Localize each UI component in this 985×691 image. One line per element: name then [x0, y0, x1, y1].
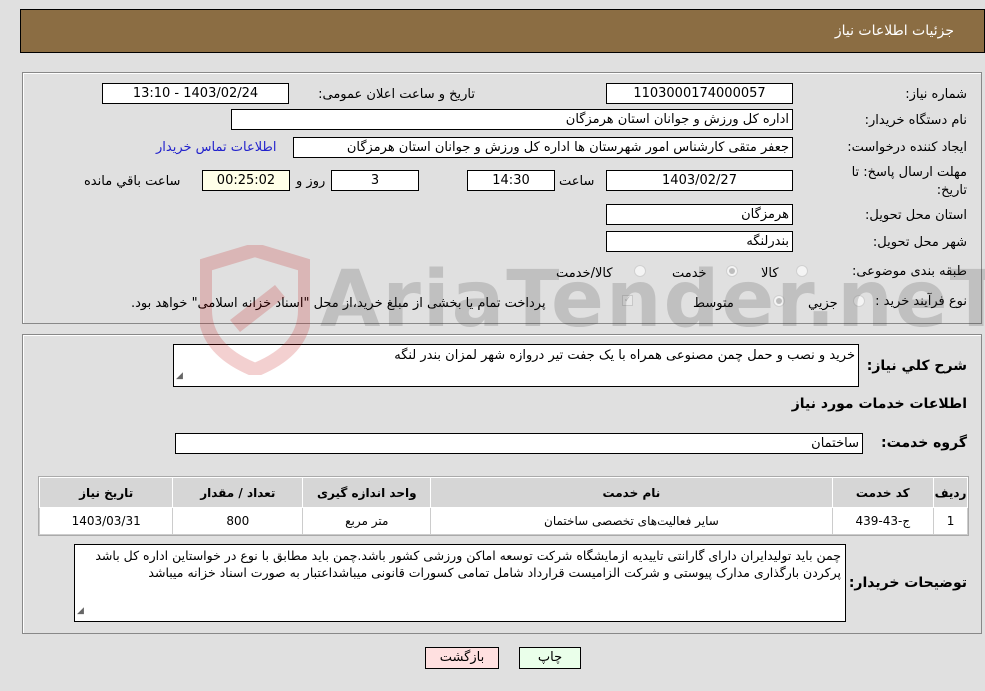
treasury-note: پرداخت تمام یا بخشی از مبلغ خرید،از محل … — [131, 296, 546, 311]
announce-datetime-label: تاریخ و ساعت اعلان عمومی: — [318, 87, 475, 102]
days-label: روز و — [296, 174, 326, 189]
category-option-service: خدمت — [672, 266, 707, 281]
table-row: 1 ج-43-439 سایر فعالیت‌های تخصصی ساختمان… — [38, 507, 968, 535]
deadline-label: مهلت ارسال پاسخ: تا — [851, 165, 967, 180]
purchase-type-label: نوع فرآیند خرید : — [875, 294, 967, 309]
purchase-radio-minor[interactable] — [853, 295, 865, 307]
delivery-province-field: هرمزگان — [606, 204, 793, 225]
need-number-field: 1103000174000057 — [606, 83, 793, 104]
cell-service-name: سایر فعالیت‌های تخصصی ساختمان — [430, 507, 833, 535]
col-service-code: کد خدمت — [831, 477, 935, 508]
page-title: جزئیات اطلاعات نیاز — [834, 23, 954, 39]
cell-row-number: 1 — [933, 507, 968, 535]
services-table: ردیف کد خدمت نام خدمت واحد اندازه گیری ت… — [38, 477, 968, 535]
category-label: طبقه بندی موضوعی: — [851, 264, 967, 279]
description-field: خرید و نصب و حمل چمن مصنوعی همراه با یک … — [173, 344, 859, 387]
purchase-radio-medium[interactable] — [773, 295, 785, 307]
resize-grip-icon[interactable]: ◢ — [77, 603, 84, 620]
buyer-notes-field: چمن باید تولیدایران دارای گارانتی تاییدی… — [74, 544, 846, 622]
resize-grip-icon[interactable]: ◢ — [176, 367, 183, 385]
services-section-title: اطلاعات خدمات مورد نیاز — [791, 396, 967, 412]
cell-unit: متر مربع — [302, 507, 432, 535]
need-number-label: شماره نیاز: — [905, 87, 967, 102]
cell-need-date: 1403/03/31 — [38, 507, 174, 535]
col-service-name: نام خدمت — [430, 477, 833, 508]
buyer-contact-link[interactable]: اطلاعات تماس خریدار — [156, 140, 276, 155]
buyer-org-label: نام دستگاه خریدار: — [864, 113, 967, 128]
announce-datetime-field: 1403/02/24 - 13:10 — [102, 83, 289, 104]
requester-field: جعفر متقی کارشناس امور شهرستان ها اداره … — [293, 137, 793, 158]
service-group-field: ساختمان — [175, 433, 863, 454]
description-label: شرح کلي نیاز: — [866, 358, 967, 374]
cell-quantity: 800 — [172, 507, 304, 535]
category-radio-service[interactable] — [726, 265, 738, 277]
table-header-row: ردیف کد خدمت نام خدمت واحد اندازه گیری ت… — [38, 477, 968, 508]
delivery-province-label: استان محل تحویل: — [865, 208, 967, 223]
deadline-date-field: 1403/02/27 — [606, 170, 793, 191]
remaining-days-field: 3 — [331, 170, 419, 191]
buyer-notes-text: چمن باید تولیدایران دارای گارانتی تاییدی… — [95, 548, 841, 580]
back-button[interactable]: بازگشت — [425, 647, 499, 669]
buyer-notes-label: توضیحات خریدار: — [848, 575, 967, 591]
deadline-time-label: ساعت — [559, 174, 595, 189]
col-row-number: ردیف — [933, 477, 968, 508]
description-text: خرید و نصب و حمل چمن مصنوعی همراه با یک … — [394, 348, 855, 363]
services-table-wrapper: ردیف کد خدمت نام خدمت واحد اندازه گیری ت… — [38, 476, 969, 536]
category-option-goods-service: کالا/خدمت — [556, 266, 613, 281]
cell-service-code: ج-43-439 — [831, 507, 935, 535]
purchase-option-medium: متوسط — [693, 296, 734, 311]
deadline-label-2: تاریخ: — [936, 183, 967, 198]
col-need-date: تاریخ نیاز — [38, 477, 174, 508]
col-unit: واحد اندازه گیری — [302, 477, 432, 508]
service-group-label: گروه خدمت: — [881, 435, 967, 451]
category-radio-goods[interactable] — [796, 265, 808, 277]
page-header: جزئیات اطلاعات نیاز — [20, 9, 985, 53]
category-option-goods: کالا — [761, 266, 779, 281]
requester-label: ایجاد کننده درخواست: — [847, 140, 967, 155]
print-button[interactable]: چاپ — [519, 647, 581, 669]
buyer-org-field: اداره کل ورزش و جوانان استان هرمزگان — [231, 109, 793, 130]
purchase-option-minor: جزيي — [808, 296, 838, 311]
delivery-city-field: بندرلنگه — [606, 231, 793, 252]
category-radio-goods-service[interactable] — [634, 265, 646, 277]
col-quantity: تعداد / مقدار — [172, 477, 304, 508]
deadline-time-field: 14:30 — [467, 170, 555, 191]
delivery-city-label: شهر محل تحویل: — [872, 235, 967, 250]
remaining-time-field: 00:25:02 — [202, 170, 290, 191]
remaining-time-label: ساعت باقي مانده — [84, 174, 181, 189]
treasury-checkbox[interactable]: ✓ — [622, 295, 633, 306]
